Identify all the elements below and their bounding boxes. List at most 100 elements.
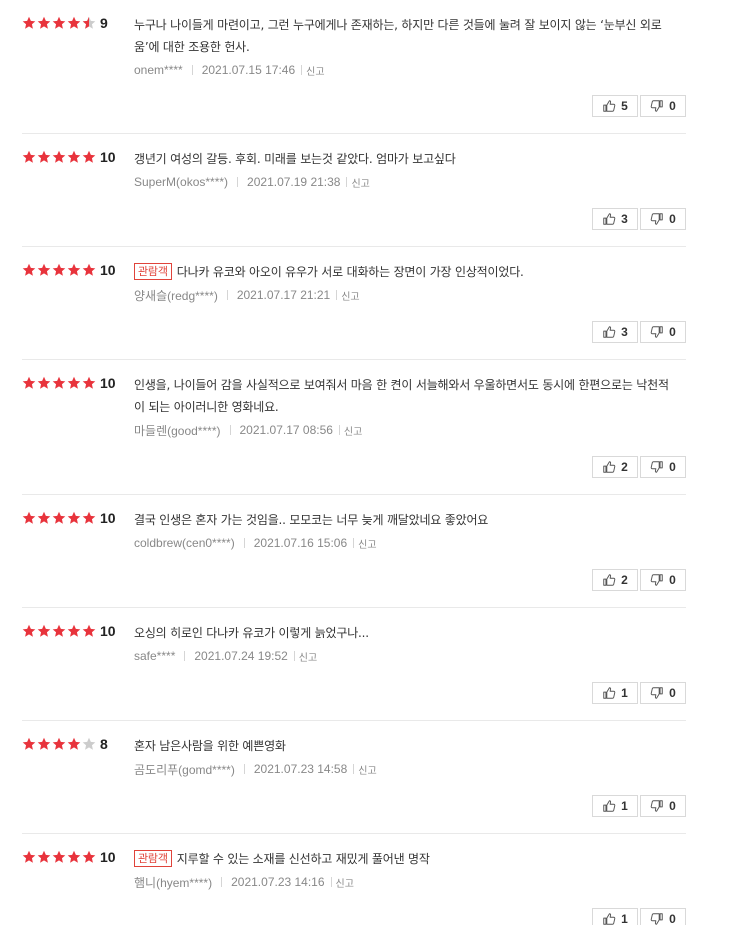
review-body: 오싱의 히로인 다나카 유코가 이렇게 늙었구나... safe**** 202… [134, 622, 679, 665]
star-icon [22, 263, 36, 277]
rating-score: 10 [100, 375, 116, 391]
like-button[interactable]: 2 [592, 456, 638, 478]
reviewer-name[interactable]: onem**** [134, 63, 183, 77]
reviewer-name[interactable]: SuperM(okos****) [134, 175, 228, 189]
like-count: 5 [621, 99, 628, 113]
like-button[interactable]: 3 [592, 208, 638, 230]
report-link[interactable]: 신고 [341, 288, 359, 303]
review-date: 2021.07.23 14:16 [231, 875, 325, 889]
star-icon [67, 850, 81, 864]
review-text: 오싱의 히로인 다나카 유코가 이렇게 늙었구나... [134, 622, 679, 644]
review-comment: 인생을, 나이들어 감을 사실적으로 보여줘서 마음 한 켠이 서늘해와서 우울… [134, 378, 669, 414]
dislike-count: 0 [669, 912, 676, 925]
report-link[interactable]: 신고 [351, 175, 369, 190]
thumbs-down-icon [650, 99, 669, 113]
thumbs-down-icon [650, 799, 669, 813]
review-separator [22, 833, 686, 834]
vote-buttons: 3 0 [590, 321, 686, 343]
star-icon [37, 376, 51, 390]
thumbs-down-icon [650, 686, 669, 700]
review-comment: 혼자 남은사람을 위한 예쁜영화 [134, 739, 286, 753]
report-link[interactable]: 신고 [306, 63, 324, 78]
review-body: 누구나 나이들게 마련이고, 그런 누구에게나 존재하는, 하지만 다른 것들에… [134, 14, 679, 79]
like-count: 1 [621, 686, 628, 700]
vote-buttons: 1 0 [590, 795, 686, 817]
thumbs-down-icon [650, 912, 669, 925]
thumbs-down-icon [650, 573, 669, 587]
star-rating [22, 149, 97, 165]
dislike-button[interactable]: 0 [640, 569, 686, 591]
reviewer-name[interactable]: 양새슬(redg****) [134, 287, 218, 304]
review-meta: 곰도리푸(gomd****) 2021.07.23 14:58 신고 [134, 760, 679, 778]
review-meta: 양새슬(redg****) 2021.07.17 21:21 신고 [134, 286, 679, 304]
review-text: 인생을, 나이들어 감을 사실적으로 보여줘서 마음 한 켠이 서늘해와서 우울… [134, 374, 679, 418]
review-text: 관람객 지루할 수 있는 소재를 신선하고 재밌게 풀어낸 명작 [134, 848, 679, 870]
review-separator [22, 607, 686, 608]
reviewer-name[interactable]: coldbrew(cen0****) [134, 536, 235, 550]
dislike-button[interactable]: 0 [640, 208, 686, 230]
review-meta: safe**** 2021.07.24 19:52 신고 [134, 647, 679, 665]
review-body: 결국 인생은 혼자 가는 것임을.. 모모코는 너무 늦게 깨달았네요 좋았어요… [134, 509, 679, 552]
review-body: 관람객 지루할 수 있는 소재를 신선하고 재밌게 풀어낸 명작 햄니(hyem*… [134, 848, 679, 891]
reviewer-name[interactable]: safe**** [134, 649, 175, 663]
star-rating [22, 736, 97, 752]
review-body: 혼자 남은사람을 위한 예쁜영화 곰도리푸(gomd****) 2021.07.… [134, 735, 679, 778]
report-link[interactable]: 신고 [336, 875, 354, 890]
reviewer-name[interactable]: 곰도리푸(gomd****) [134, 761, 235, 778]
reviewer-name[interactable]: 햄니(hyem****) [134, 874, 212, 891]
divider [237, 177, 239, 187]
report-link[interactable]: 신고 [358, 536, 376, 551]
thumbs-down-icon [650, 212, 669, 226]
star-rating [22, 262, 97, 278]
dislike-button[interactable]: 0 [640, 456, 686, 478]
dislike-count: 0 [669, 460, 676, 474]
review-body: 갱년기 여성의 갈등. 후회. 미래를 보는것 같았다. 엄마가 보고싶다 Su… [134, 148, 679, 191]
divider [243, 538, 245, 548]
like-button[interactable]: 2 [592, 569, 638, 591]
review-comment: 다나카 유코와 아오이 유우가 서로 대화하는 장면이 가장 인상적이었다. [176, 265, 524, 279]
star-icon [82, 737, 96, 751]
report-link[interactable]: 신고 [358, 762, 376, 777]
dislike-button[interactable]: 0 [640, 321, 686, 343]
like-button[interactable]: 1 [592, 908, 638, 925]
vote-buttons: 2 0 [590, 456, 686, 478]
report-link[interactable]: 신고 [344, 423, 362, 438]
review-separator [22, 359, 686, 360]
divider [293, 651, 295, 661]
dislike-count: 0 [669, 325, 676, 339]
star-icon [22, 16, 36, 30]
divider [221, 877, 223, 887]
star-icon [82, 150, 96, 164]
dislike-button[interactable]: 0 [640, 795, 686, 817]
star-icon [22, 376, 36, 390]
rating-score: 10 [100, 149, 116, 165]
like-count: 2 [621, 573, 628, 587]
like-count: 3 [621, 325, 628, 339]
star-icon [37, 511, 51, 525]
star-icon [37, 624, 51, 638]
like-button[interactable]: 3 [592, 321, 638, 343]
divider [338, 425, 340, 435]
review-meta: 마들렌(good****) 2021.07.17 08:56 신고 [134, 421, 679, 439]
dislike-button[interactable]: 0 [640, 95, 686, 117]
divider [229, 425, 231, 435]
star-icon [22, 737, 36, 751]
dislike-button[interactable]: 0 [640, 908, 686, 925]
review-meta: SuperM(okos****) 2021.07.19 21:38 신고 [134, 173, 679, 191]
review-date: 2021.07.17 08:56 [239, 423, 333, 437]
dislike-count: 0 [669, 799, 676, 813]
star-icon [22, 511, 36, 525]
reviewer-name[interactable]: 마들렌(good****) [134, 422, 221, 439]
like-button[interactable]: 1 [592, 795, 638, 817]
rating-score: 10 [100, 849, 116, 865]
like-count: 1 [621, 912, 628, 925]
star-icon [52, 16, 66, 30]
star-icon [52, 850, 66, 864]
report-link[interactable]: 신고 [299, 649, 317, 664]
dislike-button[interactable]: 0 [640, 682, 686, 704]
star-icon [52, 511, 66, 525]
star-rating [22, 15, 97, 31]
divider [336, 290, 338, 300]
like-button[interactable]: 5 [592, 95, 638, 117]
like-button[interactable]: 1 [592, 682, 638, 704]
